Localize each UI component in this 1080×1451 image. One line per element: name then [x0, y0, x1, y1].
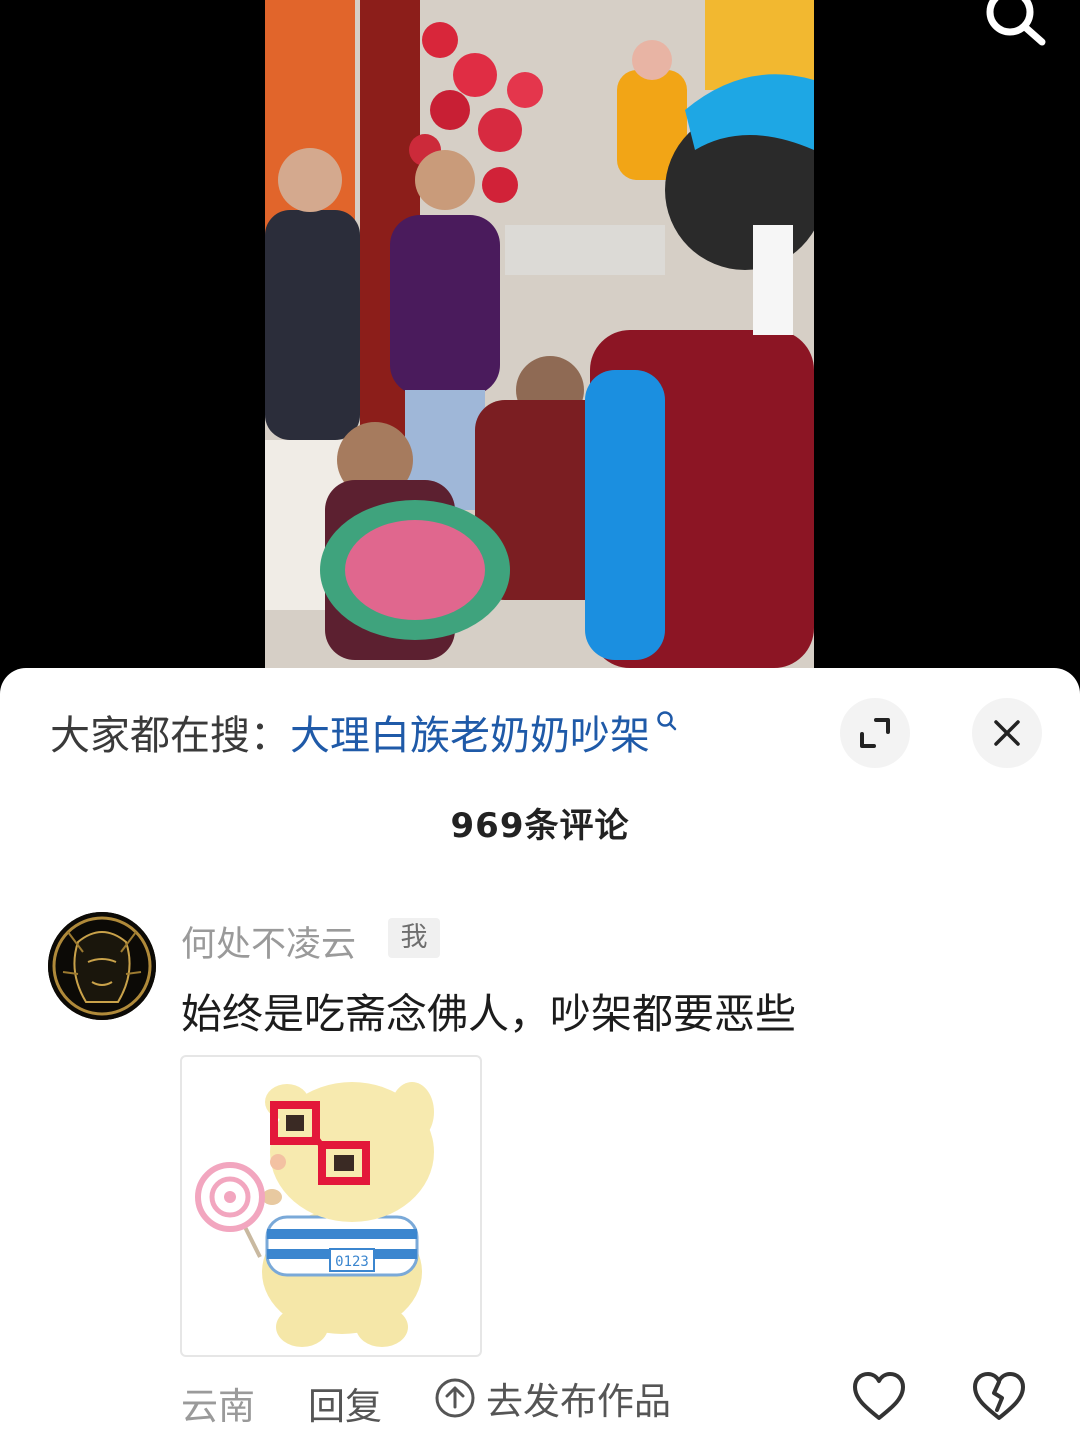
publish-work-button[interactable]: 去发布作品	[434, 1372, 671, 1424]
comment-count: 969条评论	[450, 806, 630, 846]
comment-text: 始终是吃斋念佛人，吵架都要恶些	[181, 990, 796, 1038]
publish-work-label: 去发布作品	[486, 1380, 671, 1423]
video-scene-image	[265, 0, 814, 668]
video-player[interactable]	[0, 0, 1080, 700]
me-badge: 我	[388, 918, 440, 958]
video-frame[interactable]	[265, 0, 814, 668]
comment-username[interactable]: 何处不凌云	[181, 916, 356, 967]
search-suggestion-prefix: 大家都在搜：	[50, 713, 290, 759]
avatar[interactable]	[48, 912, 156, 1020]
comment-actions: 云南 回复 去发布作品	[0, 1368, 1080, 1430]
comment-sheet: 大家都在搜： 大理白族老奶奶吵架 969条评论 何处不凌云 我 始终是吃斋念佛人…	[0, 668, 1080, 1451]
close-icon	[994, 720, 1020, 746]
search-suggestion[interactable]: 大家都在搜： 大理白族老奶奶吵架	[50, 702, 678, 762]
search-small-icon	[657, 711, 677, 731]
expand-icon	[860, 718, 890, 748]
comment-sticker[interactable]: 0123	[180, 1055, 482, 1357]
reply-button[interactable]: 回复	[308, 1376, 382, 1430]
comment-location: 云南	[181, 1385, 255, 1428]
bear-sticker-image: 0123	[195, 1082, 434, 1347]
sticker-shirt-text: 0123	[335, 1254, 369, 1270]
avatar-image	[48, 912, 156, 1020]
heart-icon[interactable]	[850, 1368, 908, 1426]
search-suggestion-keyword[interactable]: 大理白族老奶奶吵架	[290, 703, 650, 761]
expand-button[interactable]	[840, 698, 910, 768]
search-icon[interactable]	[976, 0, 1052, 50]
upload-icon	[435, 1378, 475, 1418]
close-button[interactable]	[972, 698, 1042, 768]
broken-heart-icon[interactable]	[970, 1368, 1028, 1426]
